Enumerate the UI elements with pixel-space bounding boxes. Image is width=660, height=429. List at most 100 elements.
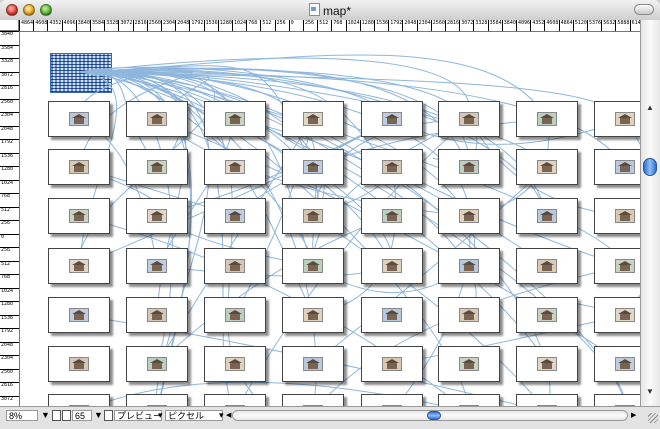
photo-node[interactable] xyxy=(361,101,423,137)
ruler-top-label: 2048 xyxy=(402,20,416,31)
photo-node[interactable] xyxy=(361,198,423,234)
house-photo-thumbnail xyxy=(303,160,323,174)
ruler-left-label: 1536 xyxy=(0,314,19,321)
photo-node[interactable] xyxy=(594,394,640,406)
photo-node[interactable] xyxy=(361,149,423,185)
photo-node[interactable] xyxy=(126,297,188,333)
page-menu-arrow-icon[interactable]: ▼ xyxy=(94,410,103,421)
ruler-top-label: 512 xyxy=(317,20,328,31)
photo-node[interactable] xyxy=(516,198,578,234)
photo-node[interactable] xyxy=(438,248,500,284)
photo-node[interactable] xyxy=(126,198,188,234)
photo-node[interactable] xyxy=(282,394,344,406)
scroll-down-arrow-icon[interactable]: ▼ xyxy=(646,388,654,396)
house-photo-thumbnail xyxy=(615,357,635,371)
ruler-top-label: 1536 xyxy=(374,20,388,31)
photo-node[interactable] xyxy=(516,101,578,137)
vertical-scrollbar[interactable]: ▲ ▼ xyxy=(640,20,660,406)
house-photo-thumbnail xyxy=(459,112,479,126)
photo-node[interactable] xyxy=(594,198,640,234)
ruler-top-label: 2304 xyxy=(161,20,175,31)
photo-node[interactable] xyxy=(48,248,110,284)
photo-node[interactable] xyxy=(126,248,188,284)
photo-node[interactable] xyxy=(204,248,266,284)
photo-node[interactable] xyxy=(204,198,266,234)
photo-node[interactable] xyxy=(126,101,188,137)
ruler-top-label: 3072 xyxy=(459,20,473,31)
ruler-top-label: 3328 xyxy=(473,20,487,31)
horizontal-scroll-thumb[interactable] xyxy=(427,411,441,420)
mode-select-arrow-icon[interactable]: ▾ xyxy=(158,410,163,421)
photo-node[interactable] xyxy=(48,346,110,382)
photo-node[interactable] xyxy=(594,346,640,382)
photo-node[interactable] xyxy=(48,101,110,137)
toolbar-toggle-button[interactable] xyxy=(634,4,654,15)
photo-node[interactable] xyxy=(48,394,110,406)
photo-node[interactable] xyxy=(282,149,344,185)
photo-node[interactable] xyxy=(204,346,266,382)
photo-node[interactable] xyxy=(438,198,500,234)
photo-node[interactable] xyxy=(438,394,500,406)
scroll-left-arrow-icon[interactable]: ◀ xyxy=(226,410,231,421)
unit-select-arrow-icon[interactable]: ▾ xyxy=(219,410,224,421)
ruler-left-label: 3072 xyxy=(0,71,19,78)
photo-node[interactable] xyxy=(516,346,578,382)
ruler-left-label: 512 xyxy=(0,206,19,213)
page-first-icon[interactable] xyxy=(52,410,61,421)
photo-node[interactable] xyxy=(594,101,640,137)
zoom-menu-arrow-icon[interactable]: ▼ xyxy=(41,410,50,421)
house-photo-thumbnail xyxy=(147,112,167,126)
scroll-up-arrow-icon[interactable]: ▲ xyxy=(646,104,654,112)
scroll-right-arrow-icon[interactable]: ▶ xyxy=(631,410,636,421)
photo-node[interactable] xyxy=(361,394,423,406)
photo-node[interactable] xyxy=(204,149,266,185)
photo-node[interactable] xyxy=(126,394,188,406)
photo-node[interactable] xyxy=(126,149,188,185)
unit-select[interactable]: ピクセル xyxy=(165,410,223,421)
photo-node[interactable] xyxy=(204,394,266,406)
ruler-top-label: 1024 xyxy=(232,20,246,31)
photo-node[interactable] xyxy=(516,297,578,333)
link-line xyxy=(78,118,158,267)
photo-node[interactable] xyxy=(126,346,188,382)
photo-node[interactable] xyxy=(516,248,578,284)
photo-node[interactable] xyxy=(48,297,110,333)
photo-node[interactable] xyxy=(438,346,500,382)
photo-node[interactable] xyxy=(438,101,500,137)
photo-node[interactable] xyxy=(438,149,500,185)
page-next-icon[interactable] xyxy=(104,410,113,421)
photo-node[interactable] xyxy=(516,394,578,406)
ruler-top-label: 2816 xyxy=(445,20,459,31)
photo-node[interactable] xyxy=(361,248,423,284)
vertical-scroll-thumb[interactable] xyxy=(643,158,657,176)
title-bar[interactable]: map* xyxy=(0,0,660,21)
page-number-field[interactable]: 65 xyxy=(72,410,92,421)
photo-node[interactable] xyxy=(594,248,640,284)
link-line xyxy=(312,118,470,267)
page-prev-icon[interactable] xyxy=(62,410,71,421)
overview-thumbnail[interactable] xyxy=(50,53,112,93)
photo-node[interactable] xyxy=(48,149,110,185)
zoom-level-field[interactable]: 8% xyxy=(6,410,38,421)
photo-node[interactable] xyxy=(282,198,344,234)
photo-node[interactable] xyxy=(282,297,344,333)
photo-node[interactable] xyxy=(594,297,640,333)
photo-node[interactable] xyxy=(48,198,110,234)
photo-node[interactable] xyxy=(361,297,423,333)
photo-node[interactable] xyxy=(204,101,266,137)
photo-node[interactable] xyxy=(282,346,344,382)
map-canvas[interactable] xyxy=(20,32,640,406)
photo-node[interactable] xyxy=(204,297,266,333)
photo-node[interactable] xyxy=(361,346,423,382)
photo-node[interactable] xyxy=(594,149,640,185)
photo-node[interactable] xyxy=(516,149,578,185)
photo-node[interactable] xyxy=(282,248,344,284)
photo-node[interactable] xyxy=(438,297,500,333)
ruler-left-label: 256 xyxy=(0,247,19,253)
ruler-top-label: 4096 xyxy=(516,20,530,31)
mode-select[interactable]: プレビュー xyxy=(114,410,162,421)
ruler-top-label: 256 xyxy=(303,20,314,31)
horizontal-scrollbar[interactable] xyxy=(232,410,628,421)
photo-node[interactable] xyxy=(282,101,344,137)
resize-grip[interactable] xyxy=(648,413,658,423)
